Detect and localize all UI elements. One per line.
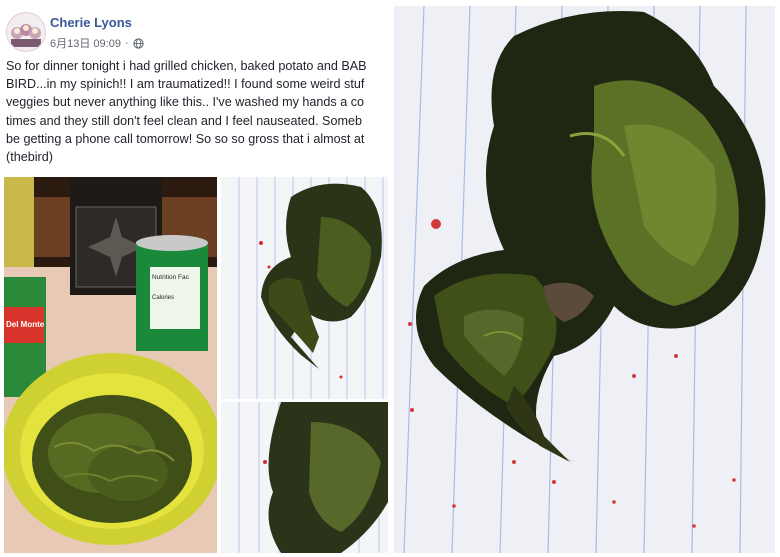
post-timestamp[interactable]: 6月13日 09:09 — [50, 35, 121, 51]
post-header: Cherie Lyons 6月13日 09:09 · — [6, 10, 386, 54]
post-text-line: times and they still don't feel clean an… — [6, 113, 362, 128]
post-text-line: So for dinner tonight i had grilled chic… — [6, 59, 367, 73]
avatar[interactable] — [6, 12, 46, 52]
photo-bird-large[interactable] — [394, 6, 775, 553]
post-text-line: veggies but never anything like this.. I… — [6, 95, 365, 110]
can-calories-label: Calories — [152, 295, 174, 301]
facebook-post: Cherie Lyons 6月13日 09:09 · So for dinner… — [0, 0, 390, 557]
globe-icon[interactable] — [132, 37, 144, 49]
post-text-line: (thebird) — [6, 150, 53, 165]
post-text-line: BIRD...in my spinich!! I am traumatized!… — [6, 77, 365, 92]
photo-bird-on-paper[interactable] — [221, 177, 388, 399]
photo-bowl-of-spinach[interactable]: Nutrition Fac Calories Del Monte — [4, 177, 217, 553]
can-nutrition-label: Nutrition Fac — [152, 274, 190, 281]
author-name[interactable]: Cherie Lyons — [50, 15, 132, 30]
photo-bird-closeup[interactable] — [221, 402, 388, 553]
post-text-line: be getting a phone call tomorrow! So so … — [6, 131, 365, 146]
post-text: So for dinner tonight i had grilled chic… — [6, 57, 390, 169]
can-brand-label: Del Monte — [6, 320, 45, 329]
post-meta: 6月13日 09:09 · — [50, 35, 144, 51]
